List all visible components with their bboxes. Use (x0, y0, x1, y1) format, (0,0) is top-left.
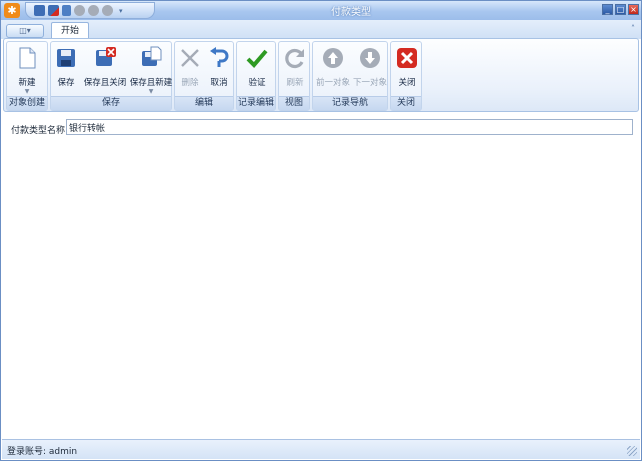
ribbon-tab-row: ◫▾ 开始 ˄ (1, 20, 641, 39)
save-button-label: 保存 (57, 78, 75, 88)
group-label: 视图 (279, 96, 309, 110)
maximize-button[interactable]: □ (615, 4, 626, 15)
group-view: 刷新 视图 (278, 41, 310, 111)
detail-form: 付款类型名称: (2, 114, 640, 438)
tab-home[interactable]: 开始 (51, 22, 89, 39)
refresh-icon[interactable] (74, 5, 85, 16)
group-record-navigation: 前一对象 下一对象 记录导航 (312, 41, 388, 111)
gear-icon[interactable]: ✱ (4, 3, 20, 18)
cancel-button-label: 取消 (210, 78, 228, 88)
payment-type-name-input[interactable] (66, 119, 633, 135)
group-label: 保存 (51, 96, 171, 110)
close-window-button[interactable]: × (628, 4, 639, 15)
group-save: 保存 保存且关闭 保存且新建 ▼ 保存 (50, 41, 172, 111)
next-object-button[interactable]: 下一对象 (352, 46, 388, 98)
previous-object-label: 前一对象 (315, 78, 350, 88)
customize-icon[interactable]: ▾ (119, 7, 123, 15)
group-label: 记录导航 (313, 96, 387, 110)
refresh-button[interactable]: 刷新 (281, 46, 309, 98)
group-label: 关闭 (391, 96, 421, 110)
next-icon (358, 46, 382, 70)
previous-object-button[interactable]: 前一对象 (315, 46, 351, 98)
collapse-ribbon-icon[interactable]: ˄ (631, 24, 635, 33)
close-icon (395, 46, 419, 70)
refresh-button-label: 刷新 (286, 78, 304, 88)
group-object-creation: 新建 ▼ 对象创建 (6, 41, 48, 111)
group-close: 关闭 关闭 (390, 41, 422, 111)
save-icon[interactable] (34, 5, 45, 16)
save-and-close-button[interactable]: 保存且关闭 (83, 46, 127, 98)
save-close-icon[interactable] (48, 5, 59, 16)
group-label: 记录编辑 (237, 96, 275, 110)
close-button-label: 关闭 (398, 78, 416, 88)
status-bar: 登录账号: admin (2, 439, 640, 459)
resize-grip-icon[interactable] (627, 446, 637, 456)
quick-access-toolbar: ▾ (25, 2, 155, 19)
validate-button[interactable]: 验证 (243, 46, 271, 98)
login-account-text: 登录账号: admin (7, 447, 78, 457)
save-icon (54, 46, 78, 70)
undo-icon[interactable] (62, 5, 71, 16)
close-button[interactable]: 关闭 (393, 46, 421, 98)
new-button-label: 新建 (18, 78, 36, 88)
ribbon: 新建 ▼ 对象创建 保存 保存且关闭 保存且新建 ▼ 保存 删除 取消 编辑 验… (3, 38, 639, 112)
minimize-button[interactable]: _ (602, 4, 613, 15)
checkmark-icon (245, 46, 269, 70)
up-icon[interactable] (88, 5, 99, 16)
application-menu-button[interactable]: ◫▾ (6, 24, 44, 38)
window-title: 付款类型 (331, 7, 371, 18)
next-object-label: 下一对象 (352, 78, 387, 88)
save-button[interactable]: 保存 (53, 46, 79, 98)
undo-icon (207, 46, 231, 70)
save-and-close-icon (93, 46, 117, 70)
group-edit: 删除 取消 编辑 (174, 41, 234, 111)
validate-button-label: 验证 (248, 78, 266, 88)
group-record-edit: 验证 记录编辑 (236, 41, 276, 111)
refresh-icon (283, 46, 307, 70)
chevron-down-icon[interactable]: ▼ (11, 89, 43, 95)
group-label: 对象创建 (7, 96, 47, 110)
group-label: 编辑 (175, 96, 233, 110)
payment-type-name-label: 付款类型名称: (11, 126, 69, 136)
new-button[interactable]: 新建 ▼ (11, 46, 43, 98)
new-document-icon (15, 46, 39, 70)
save-and-new-icon (139, 46, 163, 70)
delete-button[interactable]: 删除 (177, 46, 203, 98)
previous-icon (321, 46, 345, 70)
delete-icon (178, 46, 202, 70)
application-window: ✱ ▾ 付款类型 _ □ × ◫▾ 开始 ˄ 新建 ▼ 对象创建 保存 保存且关… (0, 0, 642, 461)
cancel-button[interactable]: 取消 (205, 46, 233, 98)
save-and-new-label: 保存且新建 (129, 78, 173, 88)
save-and-close-label: 保存且关闭 (83, 78, 127, 88)
save-and-new-button[interactable]: 保存且新建 ▼ (129, 46, 173, 98)
title-bar: ✱ ▾ 付款类型 _ □ × (1, 1, 641, 20)
down-icon[interactable] (102, 5, 113, 16)
delete-button-label: 删除 (181, 78, 199, 88)
chevron-down-icon[interactable]: ▼ (129, 89, 173, 95)
